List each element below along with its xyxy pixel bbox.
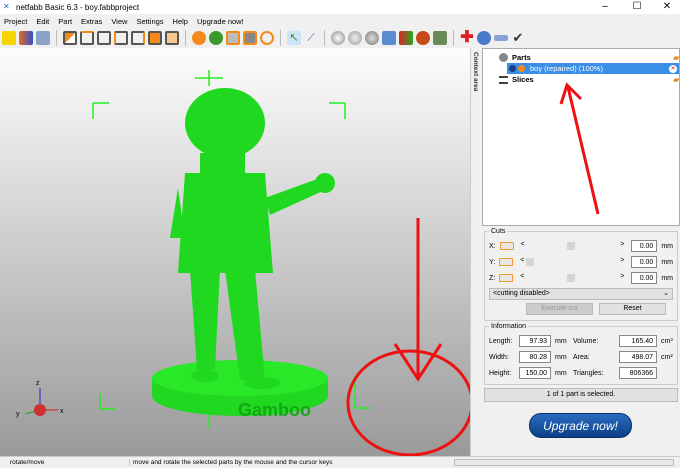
menu-project[interactable]: Project [4,17,27,26]
maximize-button[interactable]: ☐ [622,0,652,14]
status-mode: rotate/move [0,459,130,466]
cuts-group: Cuts X: < > 0.00 mm Y: < > 0.00 mm Z: < > 0.0… [484,228,678,321]
red-annotation [346,218,474,457]
zoom-part-icon[interactable] [226,31,240,45]
menu-bar: Project Edit Part Extras View Settings H… [0,15,244,27]
menu-settings[interactable]: Settings [136,17,163,26]
sphere-icon[interactable] [416,31,430,45]
view-back-icon[interactable] [97,31,111,45]
context-area-tab[interactable]: Context area [470,48,482,456]
close-button[interactable]: ✕ [652,0,680,14]
triangles-icon[interactable] [382,31,396,45]
y-cut-slider[interactable]: < > [517,257,628,267]
zoom-all-icon[interactable] [192,31,206,45]
measure-icon[interactable]: ⟋ [304,31,318,45]
parts-icon [499,53,508,62]
area-value: 498.07 [619,351,657,363]
part-status-icon [518,65,525,72]
upgrade-now-button[interactable]: Upgrade now! [529,413,632,438]
view-top-icon[interactable] [80,31,94,45]
progress-bar [454,459,674,466]
menu-extras[interactable]: Extras [81,17,102,26]
tree-node-part[interactable]: boy (repaired) (100%) ✕ [507,63,679,74]
add-part-icon[interactable] [19,31,33,45]
remove-part-icon[interactable]: ✕ [669,64,677,73]
menu-help[interactable]: Help [173,17,188,26]
zoom-platform-icon[interactable] [243,31,257,45]
length-value: 97.93 [519,335,551,347]
menu-part[interactable]: Part [58,17,72,26]
menu-edit[interactable]: Edit [36,17,49,26]
tree-node-parts[interactable]: Parts ▰ [499,52,679,63]
view-right-icon[interactable] [131,31,145,45]
view-front-icon[interactable] [63,31,77,45]
magnify-icon[interactable] [260,31,274,45]
ruler-icon[interactable] [494,35,508,41]
triangles-value: 806366 [619,367,657,379]
folder-icon[interactable]: ▰ [673,75,679,84]
color-icon[interactable] [399,31,413,45]
x-cut-slider[interactable]: < > [517,241,628,251]
height-value: 150.00 [519,367,551,379]
boy-model[interactable] [152,88,335,416]
view-iso-icon[interactable] [165,31,179,45]
z-cut-color[interactable] [499,274,514,282]
part-mesh-icon [509,65,516,72]
view-bottom-icon[interactable] [148,31,162,45]
model-scene: Gamboo z x y [16,70,474,457]
netfabb-logo-icon: ✕ [3,2,10,11]
open-project-icon[interactable] [2,31,16,45]
z-cut-slider[interactable]: < > [517,273,628,283]
selection-status: 1 of 1 part is selected. [484,388,678,402]
properties-panel: Cuts X: < > 0.00 mm Y: < > 0.00 mm Z: < > 0.0… [484,228,678,402]
cut-view-icon[interactable] [433,31,447,45]
menu-view[interactable]: View [111,17,127,26]
points-icon[interactable] [365,31,379,45]
svg-text:x: x [60,408,64,415]
wireframe-icon[interactable] [348,31,362,45]
x-cut-color[interactable] [499,242,514,250]
volume-value: 165.40 [619,335,657,347]
folder-icon[interactable]: ▰ [673,53,679,62]
view-left-icon[interactable] [114,31,128,45]
toolbar: ↖ ⟋ ✚ ✔ [0,28,680,48]
checkmark-icon[interactable]: ✔ [511,31,525,45]
repair-cross-icon[interactable]: ✚ [460,30,474,46]
z-cut-input[interactable]: 0.00 [631,272,658,284]
menu-upgrade[interactable]: Upgrade now! [197,17,244,26]
part-info-icon[interactable] [36,31,50,45]
zoom-selection-icon[interactable] [209,31,223,45]
y-cut-color[interactable] [499,258,514,266]
svg-text:z: z [36,380,40,387]
x-cut-input[interactable]: 0.00 [631,240,658,252]
3d-viewport[interactable]: Gamboo z x y [0,48,474,457]
slices-icon [499,75,508,84]
parts-tree: Parts ▰ boy (repaired) (100%) ✕ Slices ▰ [482,48,680,226]
model-base-text: Gamboo [238,400,311,420]
execute-cut-button[interactable]: Execute cut [526,303,593,315]
reset-button[interactable]: Reset [599,303,666,315]
status-hint: move and rotate the selected parts by th… [133,459,333,466]
axis-gizmo: z x y [16,380,64,418]
tree-node-slices[interactable]: Slices ▰ [499,74,679,85]
analysis-icon[interactable] [477,31,491,45]
width-value: 80.28 [519,351,551,363]
status-bar: rotate/move move and rotate the selected… [0,456,680,468]
shading-icon[interactable] [331,31,345,45]
select-arrow-icon[interactable]: ↖ [287,31,301,45]
y-cut-input[interactable]: 0.00 [631,256,658,268]
window-title: netfabb Basic 6.3 - boy.fabbproject [16,2,140,12]
title-bar: ✕ netfabb Basic 6.3 - boy.fabbproject – … [0,0,680,14]
information-group: Information Length: 97.93 mm Volume: 165.40 c… [484,323,678,385]
svg-text:y: y [16,411,20,418]
minimize-button[interactable]: – [590,0,620,14]
cutting-mode-select[interactable]: <cutting disabled> ⌄ [489,288,673,300]
